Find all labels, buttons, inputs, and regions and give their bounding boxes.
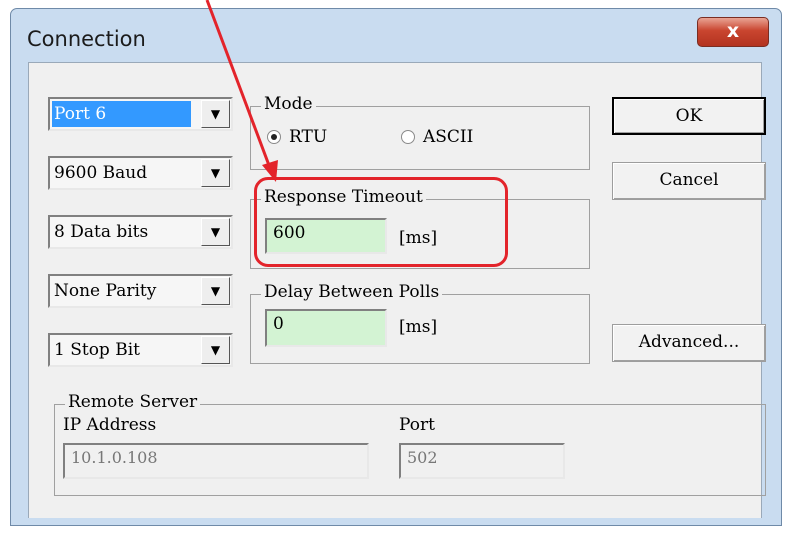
radio-unchecked-icon — [401, 130, 415, 144]
annotation-highlight-box — [254, 177, 508, 267]
window-title: Connection — [27, 27, 146, 51]
radio-ascii-label: ASCII — [423, 127, 474, 147]
stop-bit-combo[interactable]: 1 Stop Bit ▼ — [48, 333, 233, 367]
mode-group: Mode RTU ASCII — [250, 94, 590, 170]
radio-ascii[interactable]: ASCII — [401, 127, 473, 147]
parity-combo-value: None Parity — [54, 281, 157, 301]
delay-polls-legend: Delay Between Polls — [261, 282, 443, 302]
ok-button[interactable]: OK — [612, 97, 766, 135]
port-combo-value: Port 6 — [52, 101, 191, 127]
data-bits-combo-value: 8 Data bits — [54, 222, 149, 242]
remote-server-group: Remote Server IP Address 10.1.0.108 Port… — [54, 392, 766, 496]
radio-checked-icon — [267, 130, 281, 144]
chevron-down-icon[interactable]: ▼ — [201, 218, 230, 246]
delay-polls-input[interactable]: 0 — [265, 309, 387, 347]
baud-combo[interactable]: 9600 Baud ▼ — [48, 156, 233, 190]
port-input[interactable]: 502 — [399, 443, 565, 479]
port-combo[interactable]: Port 6 ▼ — [48, 97, 233, 131]
close-icon: x — [726, 20, 740, 42]
ip-address-input[interactable]: 10.1.0.108 — [63, 443, 369, 479]
stop-bit-combo-value: 1 Stop Bit — [54, 340, 140, 360]
chevron-down-icon[interactable]: ▼ — [201, 159, 230, 187]
radio-rtu-label: RTU — [289, 127, 328, 147]
chevron-down-icon[interactable]: ▼ — [201, 277, 230, 305]
ip-address-label: IP Address — [63, 415, 157, 435]
chevron-down-icon[interactable]: ▼ — [201, 336, 230, 364]
data-bits-combo[interactable]: 8 Data bits ▼ — [48, 215, 233, 249]
chevron-down-icon[interactable]: ▼ — [201, 100, 230, 128]
radio-rtu[interactable]: RTU — [267, 127, 327, 147]
baud-combo-value: 9600 Baud — [54, 163, 148, 183]
parity-combo[interactable]: None Parity ▼ — [48, 274, 233, 308]
cancel-button[interactable]: Cancel — [612, 162, 766, 200]
advanced-button[interactable]: Advanced... — [612, 324, 766, 362]
delay-polls-group: Delay Between Polls 0 [ms] — [250, 282, 590, 364]
delay-polls-unit: [ms] — [399, 317, 438, 337]
remote-server-legend: Remote Server — [65, 392, 201, 412]
close-button[interactable]: x — [697, 17, 769, 47]
mode-legend: Mode — [261, 94, 316, 114]
port-label: Port — [399, 415, 435, 435]
